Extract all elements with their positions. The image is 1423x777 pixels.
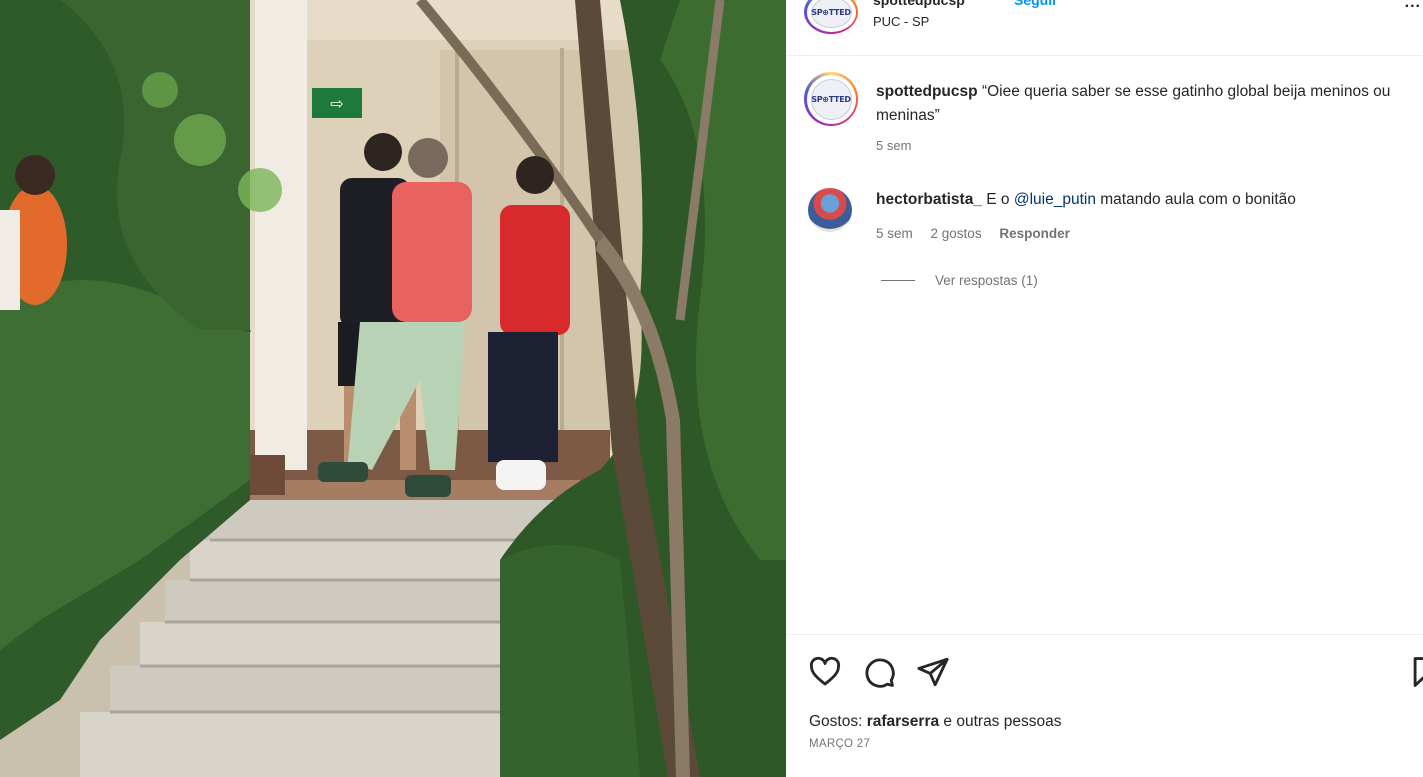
caption-time[interactable]: 5 sem <box>876 138 911 153</box>
view-replies-button[interactable]: Ver respostas (1) <box>881 273 1038 288</box>
view-replies-label: Ver respostas (1) <box>935 273 1038 288</box>
comment-meta: 5 sem 2 gostos Responder <box>876 226 1084 241</box>
instagram-post-viewer: ⇨ SP⊕TTED spottedpucsp Seguir PUC - SP .… <box>0 0 1423 777</box>
post-details-panel: SP⊕TTED spottedpucsp Seguir PUC - SP ...… <box>786 0 1423 777</box>
bookmark-icon[interactable] <box>1408 655 1423 689</box>
spotted-logo: SP⊕TTED <box>810 78 852 120</box>
commenter-avatar[interactable] <box>808 188 852 232</box>
comment-text-before: E o <box>981 191 1014 208</box>
post-location[interactable]: PUC - SP <box>873 14 929 29</box>
comment-text-block: hectorbatista_ E o @luie_putin matando a… <box>876 191 1296 209</box>
likes-summary[interactable]: Gostos: rafarserra e outras pessoas <box>809 713 1061 731</box>
photo-illustration: ⇨ <box>0 0 786 777</box>
caption-username[interactable]: spottedpucsp <box>876 83 978 100</box>
likes-suffix: e outras pessoas <box>939 713 1062 730</box>
follow-button[interactable]: Seguir <box>1014 0 1058 8</box>
likes-user[interactable]: rafarserra <box>867 713 939 730</box>
comment-mention-link[interactable]: @luie_putin <box>1014 191 1096 208</box>
author-username[interactable]: spottedpucsp <box>873 0 965 8</box>
author-avatar[interactable]: SP⊕TTED <box>804 0 858 34</box>
reply-button[interactable]: Responder <box>999 226 1070 241</box>
replies-divider-line <box>881 280 915 281</box>
comment-username[interactable]: hectorbatista_ <box>876 191 982 208</box>
comment-likes[interactable]: 2 gostos <box>931 226 982 241</box>
heart-icon[interactable] <box>808 655 842 689</box>
post-photo[interactable]: ⇨ <box>0 0 786 777</box>
comment-time[interactable]: 5 sem <box>876 226 913 241</box>
svg-text:⇨: ⇨ <box>330 94 343 113</box>
post-date[interactable]: MARÇO 27 <box>809 738 870 750</box>
post-header: SP⊕TTED spottedpucsp Seguir PUC - SP ... <box>786 0 1423 56</box>
comment-icon[interactable] <box>862 655 896 689</box>
caption-text-block: spottedpucsp “Oiee queria saber se esse … <box>876 80 1396 128</box>
post-actions: Gostos: rafarserra e outras pessoas MARÇ… <box>786 634 1423 777</box>
likes-prefix: Gostos: <box>809 713 867 730</box>
comment-text-after: matando aula com o bonitão <box>1095 191 1296 208</box>
caption-author-avatar[interactable]: SP⊕TTED <box>804 72 858 126</box>
share-icon[interactable] <box>916 655 950 689</box>
more-options-icon[interactable]: ... <box>1405 0 1421 12</box>
spotted-logo: SP⊕TTED <box>810 0 852 28</box>
